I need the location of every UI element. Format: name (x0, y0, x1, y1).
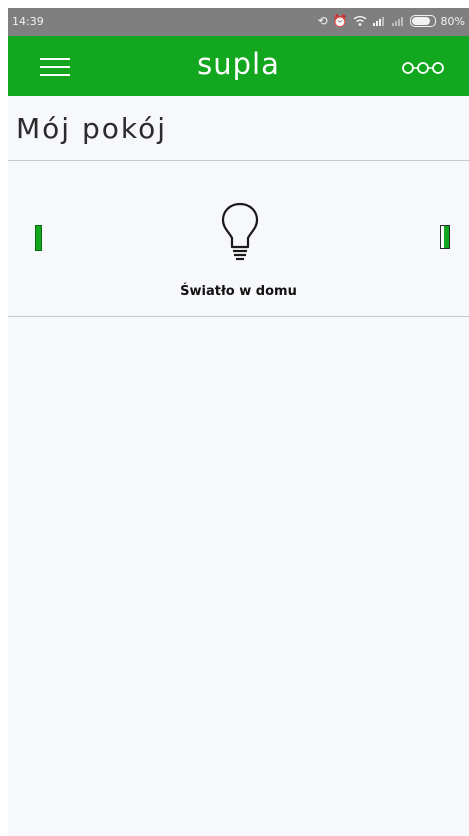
channel-left-indicator (35, 225, 42, 251)
app-title: supla (197, 47, 280, 81)
app-bar: supla (8, 36, 469, 96)
status-time: 14:39 (12, 15, 44, 28)
sync-icon: ⟲ (317, 14, 328, 28)
channel-caption: Światło w domu (180, 284, 297, 299)
battery-percent: 80% (440, 14, 465, 28)
status-icons: ⟲ ⏰ 80% (318, 14, 465, 28)
three-circles-icon[interactable] (401, 61, 445, 75)
light-bulb-icon (221, 202, 259, 261)
status-bar: 14:39 ⟲ ⏰ 80% (8, 8, 469, 36)
app-screen: 14:39 ⟲ ⏰ 80% supla Mój pokój Światło w … (8, 8, 469, 836)
battery-icon (409, 15, 436, 27)
wifi-icon (353, 16, 367, 26)
channel-right-indicator (440, 225, 450, 249)
location-title: Mój pokój (16, 112, 167, 145)
channel-right-indicator-fill (444, 226, 449, 248)
location-header[interactable]: Mój pokój (8, 96, 469, 161)
battery-level-fill (411, 17, 430, 25)
signal-weak-icon (391, 17, 403, 26)
alarm-off-icon: ⏰ (332, 14, 348, 28)
channel-row[interactable]: Światło w domu (8, 161, 469, 317)
signal-icon (372, 17, 384, 26)
